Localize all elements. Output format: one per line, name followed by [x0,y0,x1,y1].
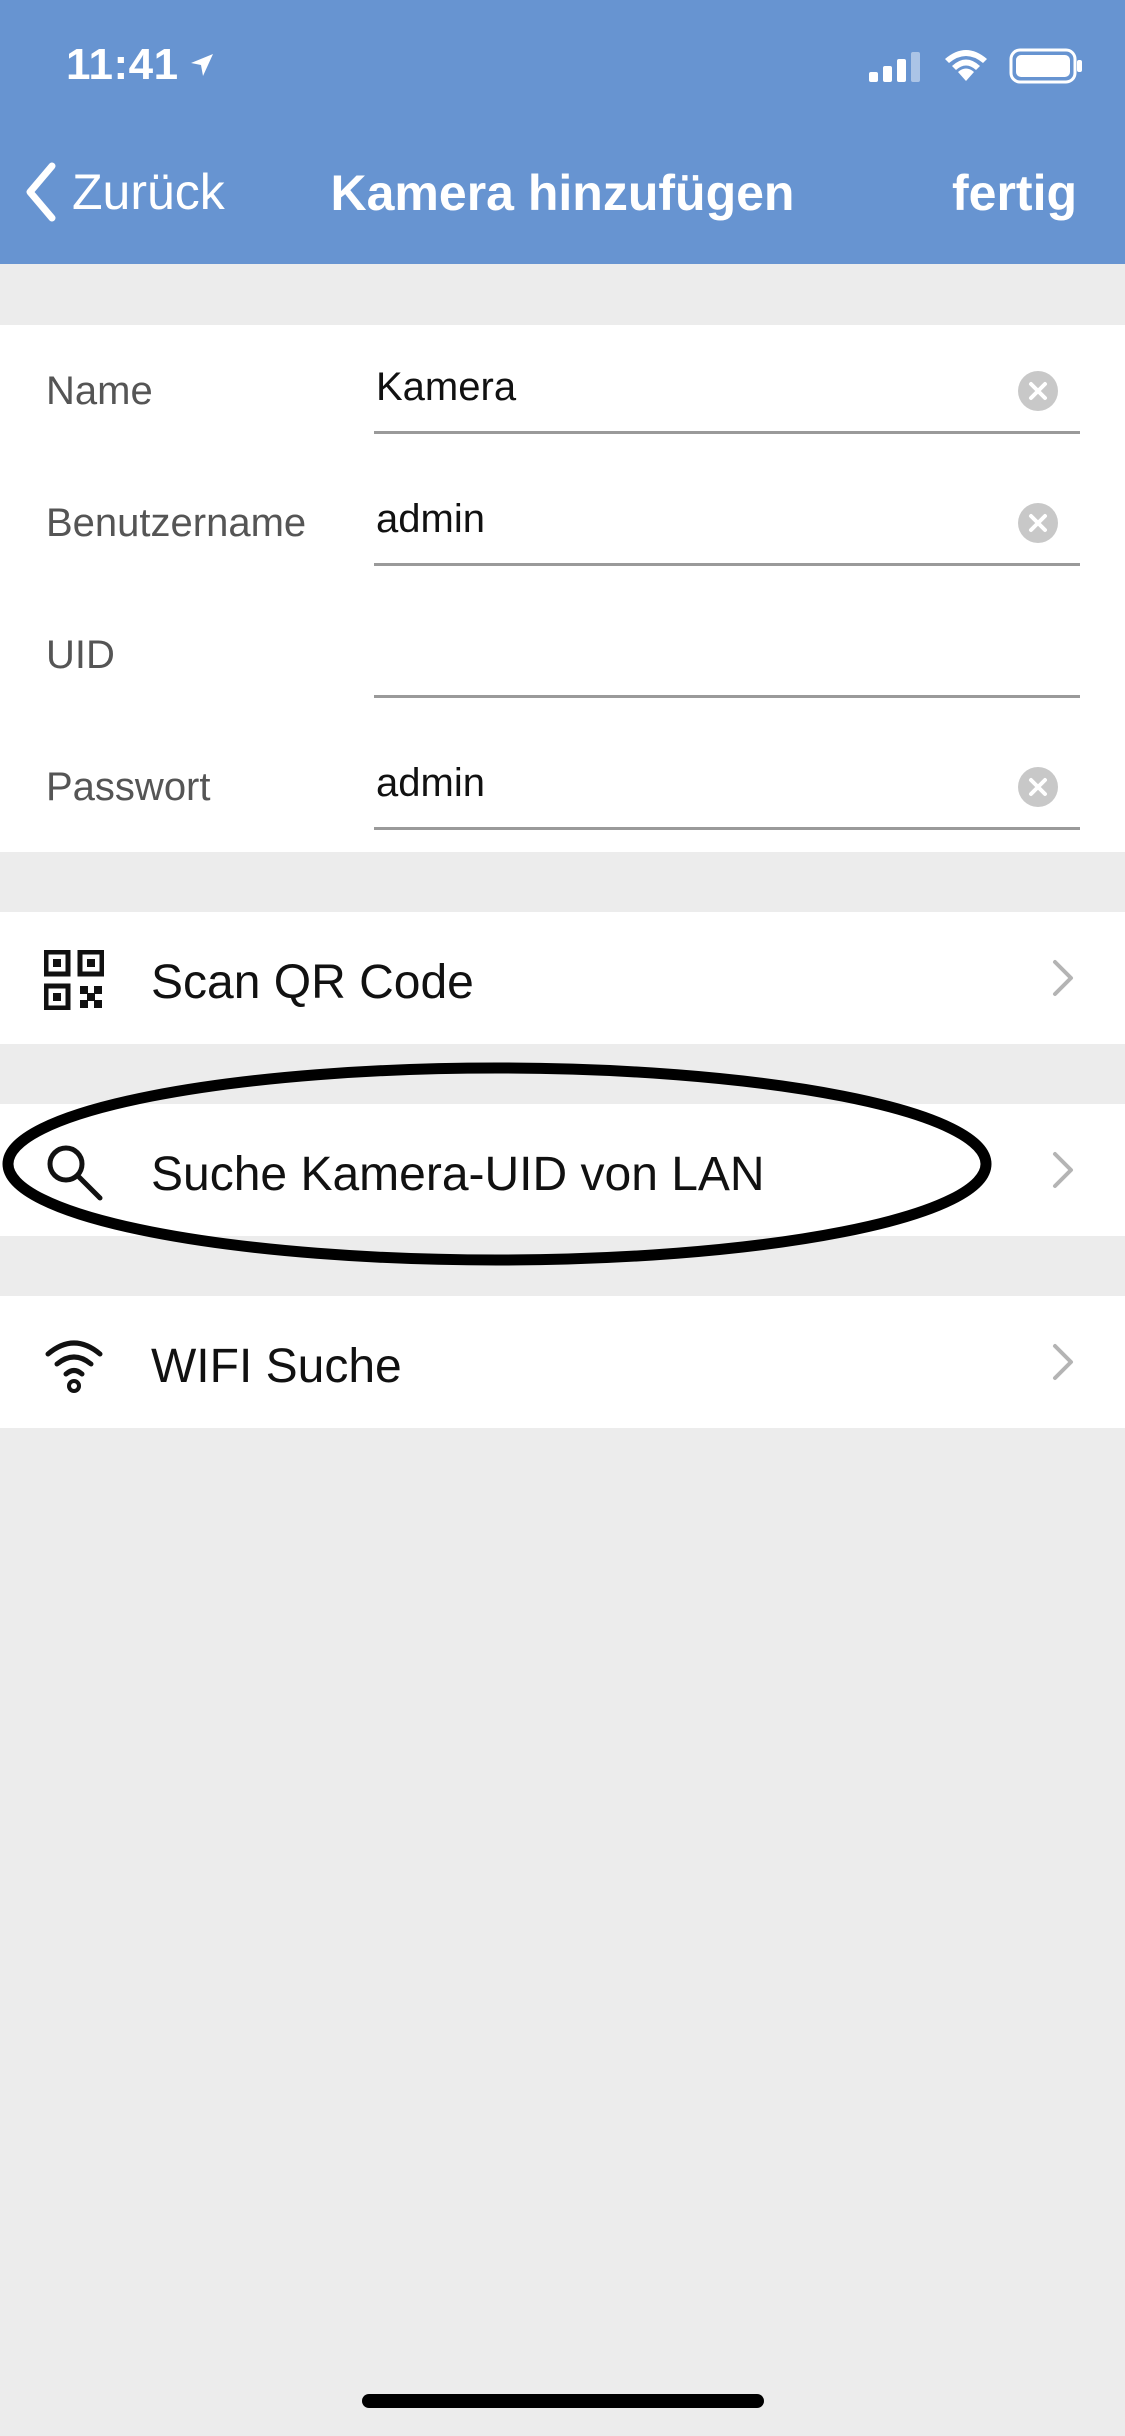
scan-qr-code-row[interactable]: Scan QR Code [0,912,1125,1044]
scan-qr-code-label: Scan QR Code [151,956,474,1009]
uid-field[interactable] [374,589,1080,698]
form-row-password: Passwort admin [0,721,1125,853]
chevron-right-icon [1053,1344,1073,1380]
name-field[interactable]: Kamera [374,325,1080,434]
username-value: admin [376,497,485,541]
password-field[interactable]: admin [374,721,1080,830]
search-camera-uid-lan-label: Suche Kamera-UID von LAN [151,1148,765,1201]
status-indicators [869,48,1083,84]
name-label: Name [46,369,153,413]
password-label: Passwort [46,765,211,809]
wifi-icon [45,1340,103,1393]
clear-icon [1029,382,1047,400]
password-value: admin [376,761,485,805]
clear-icon [1029,778,1047,796]
clear-username-button[interactable] [1018,503,1058,543]
wifi-search-row[interactable]: WIFI Suche [0,1296,1125,1428]
clear-icon [1029,514,1047,532]
search-icon [47,1145,103,1201]
chevron-right-icon [1053,960,1073,996]
wifi-search-label: WIFI Suche [151,1340,402,1393]
name-value: Kamera [376,365,517,409]
battery-icon [1009,48,1082,84]
clear-password-button[interactable] [1018,767,1058,807]
search-camera-uid-lan-row[interactable]: Suche Kamera-UID von LAN [0,1104,1125,1236]
clear-name-button[interactable] [1018,371,1058,411]
username-label: Benutzername [46,501,307,545]
uid-label: UID [46,633,115,677]
status-time-text: 11:41 [66,40,179,89]
done-button[interactable]: fertig [952,164,1077,222]
form-row-username: Benutzername admin [0,457,1125,589]
location-arrow-icon [190,54,213,76]
home-indicator[interactable] [362,2394,764,2408]
camera-form: Name Kamera Benutzername admin UID Passw… [0,325,1125,852]
navigation-header: 11:41 Zurück Kamera hinzufügen fertig [0,0,1125,264]
form-row-uid: UID [0,589,1125,721]
wifi-icon [945,50,987,81]
username-field[interactable]: admin [374,457,1080,566]
cellular-signal-icon [869,52,920,82]
chevron-right-icon [1053,1152,1073,1188]
status-time: 11:41 [66,40,215,90]
qr-code-icon [44,950,104,1010]
form-row-name: Name Kamera [0,325,1125,457]
